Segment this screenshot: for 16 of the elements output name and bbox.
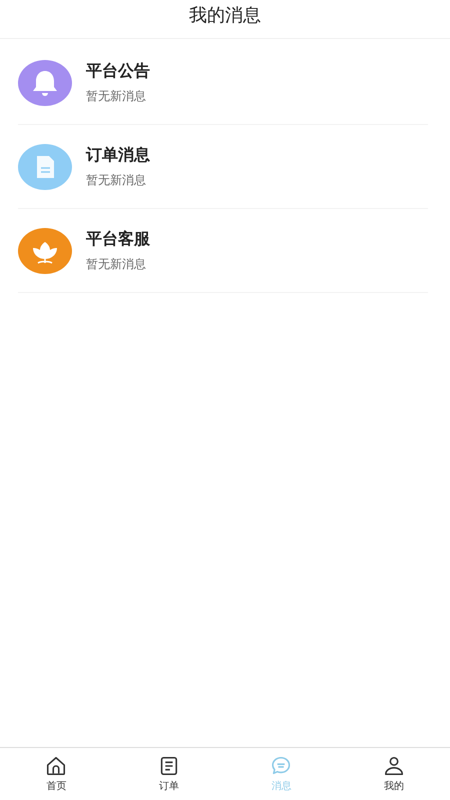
message-title: 订单消息: [86, 144, 150, 166]
message-item[interactable]: 订单消息 暂无新消息: [18, 125, 428, 209]
page-title: 我的消息: [189, 4, 261, 27]
message-title: 平台公告: [86, 60, 150, 82]
tab-item[interactable]: 首页: [0, 748, 112, 800]
message-item[interactable]: 平台客服 暂无新消息: [18, 209, 428, 293]
person-icon: [382, 755, 405, 777]
message-title: 平台客服: [86, 228, 150, 250]
tab-item[interactable]: 订单: [112, 748, 225, 800]
tab-item[interactable]: 我的: [338, 748, 450, 800]
message-status: 暂无新消息: [86, 172, 147, 188]
message-status: 暂无新消息: [86, 256, 147, 272]
message-status: 暂无新消息: [86, 88, 147, 104]
home-icon: [45, 755, 68, 777]
message-item[interactable]: 平台公告 暂无新消息: [18, 41, 428, 125]
chat-icon: [270, 755, 292, 777]
